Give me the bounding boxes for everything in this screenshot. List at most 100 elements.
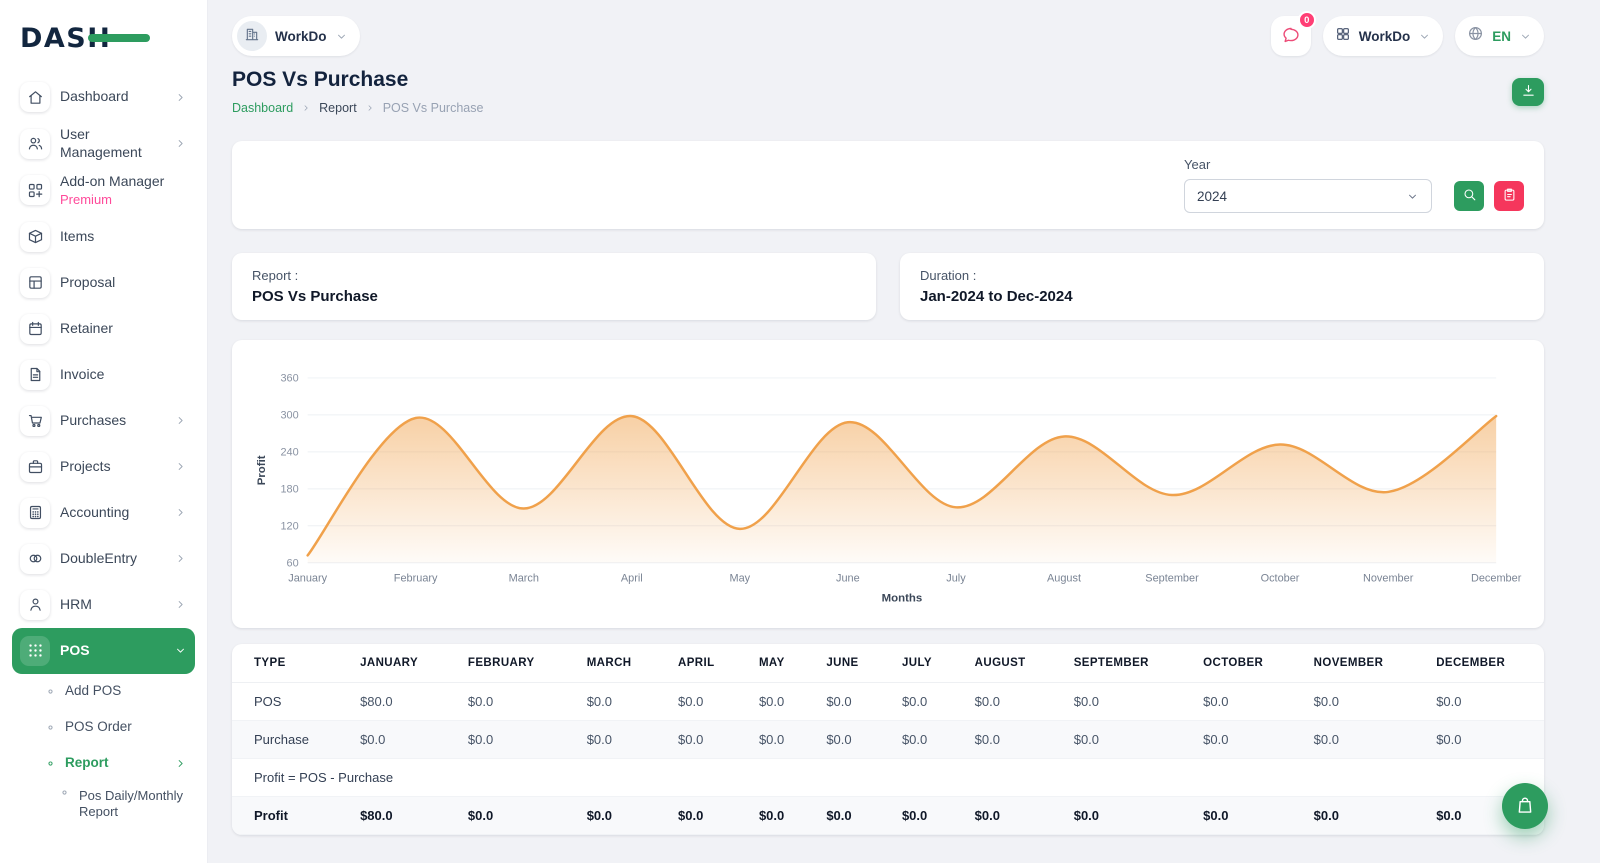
sidebar-item-hrm[interactable]: HRM [12,582,195,628]
svg-text:February: February [394,573,438,585]
bullet-icon [46,687,55,696]
svg-text:Profit: Profit [256,455,268,485]
sidebar-item-doubleentry[interactable]: DoubleEntry [12,536,195,582]
column-header: TYPE [232,644,347,684]
sidebar-item-label: DoubleEntry [60,550,138,566]
svg-text:60: 60 [287,557,299,569]
cell: $0.0 [887,720,961,760]
year-value: 2024 [1197,188,1228,204]
chevron-right-icon [174,414,187,427]
sidebar-item-purchases[interactable]: Purchases [12,398,195,444]
breadcrumb-item-report[interactable]: Report [319,101,357,115]
table-note-row: Profit = POS - Purchase [232,758,1544,798]
filter-card: Year 2024 [232,141,1544,229]
sidebar-item-projects[interactable]: Projects [12,444,195,490]
table-row: POS $80.0 $0.0 $0.0 $0.0 $0.0 $0.0 $0.0 $0.0 $0.0… [232,682,1544,722]
cell: $0.0 [887,682,961,722]
sidebar-item-pos-daily-monthly-report[interactable]: Pos Daily/Monthly Report [52,782,195,825]
cell: $0.0 [1059,796,1190,836]
svg-text:300: 300 [280,409,298,421]
home-icon [20,82,50,112]
report-value: POS Vs Purchase [252,288,378,305]
grid-icon [1335,26,1351,47]
report-summary-card: Report : POS Vs Purchase [232,253,876,320]
cell: $0.0 [1059,720,1190,760]
breadcrumb-item-pos-vs-purchase: POS Vs Purchase [382,101,484,115]
sidebar-item-add-pos[interactable]: Add POS [38,674,195,710]
search-button[interactable] [1454,181,1484,211]
sidebar-item-dashboard[interactable]: Dashboard [12,74,195,120]
svg-text:December: December [1471,573,1522,585]
svg-text:March: March [509,573,539,585]
export-button[interactable] [1494,181,1524,211]
app-switcher[interactable]: WorkDo [1322,16,1444,56]
language-label: EN [1492,28,1511,44]
sidebar-item-label: Items [60,228,95,244]
sidebar-item-retainer[interactable]: Retainer [12,306,195,352]
sidebar-item-label: Add POS [65,683,122,699]
chevron-right-icon [174,137,187,150]
topbar-actions: 0 WorkDo EN [1270,11,1544,56]
sidebar-item-proposal[interactable]: Proposal [12,260,195,306]
cell: $0.0 [664,796,745,836]
sidebar-item-user-management[interactable]: User Management [12,120,195,167]
year-select[interactable]: 2024 [1184,179,1432,213]
svg-text:June: June [836,573,860,585]
sidebar-item-accounting[interactable]: Accounting [12,490,195,536]
cell: $0.0 [960,796,1060,836]
breadcrumb: Dashboard Report POS Vs Purchase [232,101,483,115]
cell: $0.0 [1422,720,1544,760]
main-content: WorkDo 0 WorkDo EN POS Vs Purchase Dashb… [208,0,1600,859]
proposal-icon [20,267,50,298]
cell: $80.0 [346,796,454,836]
cell: $0.0 [453,720,573,760]
projects-icon [20,451,50,482]
column-header: MAY [744,644,813,684]
cell: $0.0 [664,682,745,722]
svg-text:360: 360 [280,372,298,384]
chevron-down-icon [1519,30,1532,43]
summary-row: Report : POS Vs Purchase Duration : Jan-… [232,253,1544,320]
company-avatar [237,21,267,51]
report-label: Report : [252,268,299,283]
cell: $0.0 [1189,720,1300,760]
cell: $0.0 [960,720,1060,760]
sidebar-item-label: Accounting [60,504,130,520]
cell: $0.0 [812,796,888,836]
cell: $0.0 [1299,682,1423,722]
language-switcher[interactable]: EN [1455,16,1544,56]
download-button[interactable] [1512,77,1544,106]
chat-icon [1281,25,1301,48]
table-row: Purchase $0.0 $0.0 $0.0 $0.0 $0.0 $0.0 $0.0 $0.0… [232,720,1544,760]
chevron-down-icon [335,30,348,43]
sidebar-item-report[interactable]: Report [38,746,195,782]
invoice-icon [20,359,50,390]
search-icon [1462,187,1477,205]
cell: $0.0 [744,796,813,836]
chevron-right-icon [174,552,187,565]
pos-vs-purchase-chart: 60 120 180 240 300 360 January February March Apr… [256,372,1522,604]
sidebar-item-invoice[interactable]: Invoice [12,352,195,398]
svg-text:October: October [1261,573,1300,585]
dash-logo[interactable]: DASH [0,0,207,64]
sidebar-item-label: Pos Daily/Monthly Report [79,787,184,819]
messages-button[interactable]: 0 [1270,11,1316,56]
cell: $0.0 [744,682,813,722]
sidebar-item-add-on-manager[interactable]: Add-on Manager Premium [12,167,195,214]
workspace-switcher[interactable]: WorkDo [232,16,360,56]
chevron-right-icon [174,506,187,519]
hrm-icon [20,589,50,620]
sidebar-item-pos[interactable]: POS [12,627,195,674]
sidebar-item-pos-order[interactable]: POS Order [38,710,195,746]
pos-cart-fab[interactable] [1502,783,1548,829]
svg-text:November: November [1363,573,1414,585]
breadcrumb-item-dashboard[interactable]: Dashboard [232,101,293,115]
clipboard-export-icon [1502,187,1517,205]
retainer-icon [20,313,50,344]
download-icon [1521,83,1536,101]
chart-card: 60 120 180 240 300 360 January February March Apr… [232,340,1544,629]
column-header: JULY [887,644,961,684]
column-header: AUGUST [960,644,1060,684]
cell: $80.0 [346,682,454,722]
sidebar-item-items[interactable]: Items [12,214,195,260]
